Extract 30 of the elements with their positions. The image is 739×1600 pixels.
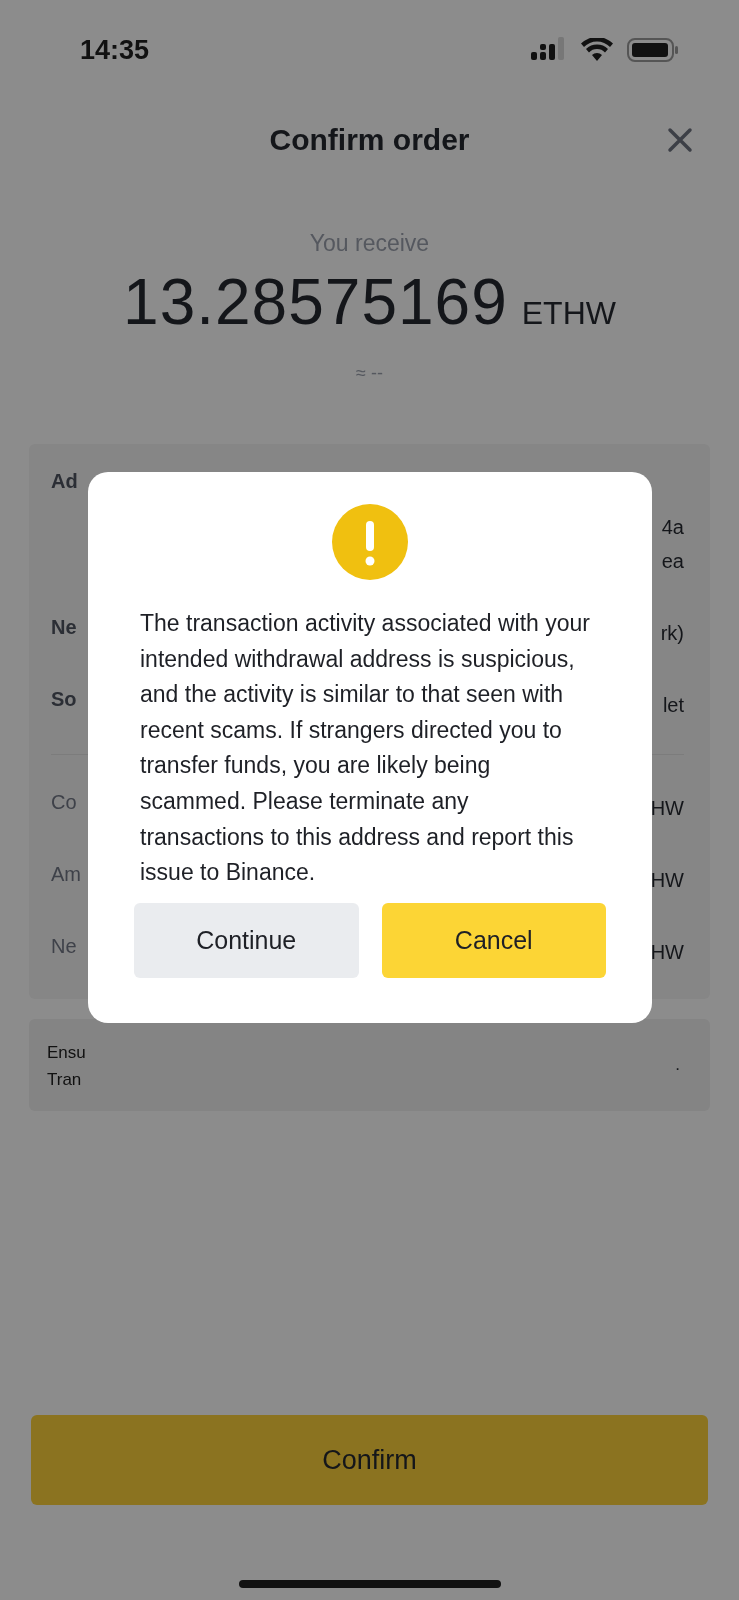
currency-unit: ETHW bbox=[521, 295, 616, 332]
detail-value: rk) bbox=[660, 621, 684, 646]
notice-text: . bbox=[675, 1054, 680, 1076]
battery-icon bbox=[627, 37, 679, 63]
detail-value: ea bbox=[661, 549, 684, 574]
detail-label: Ne bbox=[51, 616, 77, 639]
receive-amount: 13.28575169 bbox=[123, 265, 508, 339]
detail-value: HW bbox=[650, 868, 684, 893]
detail-value: 4a bbox=[661, 515, 684, 540]
detail-label: Ne bbox=[51, 935, 77, 958]
detail-value: let bbox=[662, 693, 684, 718]
status-time: 14:35 bbox=[80, 34, 150, 66]
confirm-button[interactable]: Confirm bbox=[31, 1415, 708, 1505]
continue-button[interactable]: Continue bbox=[134, 902, 359, 978]
cancel-button[interactable]: Cancel bbox=[381, 902, 606, 978]
notice-text: Tran bbox=[47, 1069, 83, 1091]
signal-icon bbox=[531, 37, 567, 63]
notice-text: Ensu bbox=[47, 1042, 86, 1064]
detail-value: HW bbox=[650, 940, 684, 965]
detail-value: HW bbox=[650, 796, 684, 821]
detail-label: So bbox=[51, 688, 77, 711]
warning-message: The transaction activity associated with your intended withdrawal address is suspicious, and the activity is similar to that seen with recent scams. If strangers directed you to transfer funds, you are likely being scammed. Please terminate any transactions to this address and report this issue to Binance. bbox=[140, 609, 591, 888]
warning-icon bbox=[332, 504, 408, 580]
fiat-value: ≈ -- bbox=[356, 363, 383, 384]
detail-label: Am bbox=[51, 863, 81, 886]
page-title: Confirm order bbox=[269, 123, 470, 157]
close-icon[interactable] bbox=[667, 127, 693, 153]
wifi-icon bbox=[581, 38, 613, 62]
detail-label: Ad bbox=[51, 470, 78, 493]
detail-label: Co bbox=[51, 791, 77, 814]
